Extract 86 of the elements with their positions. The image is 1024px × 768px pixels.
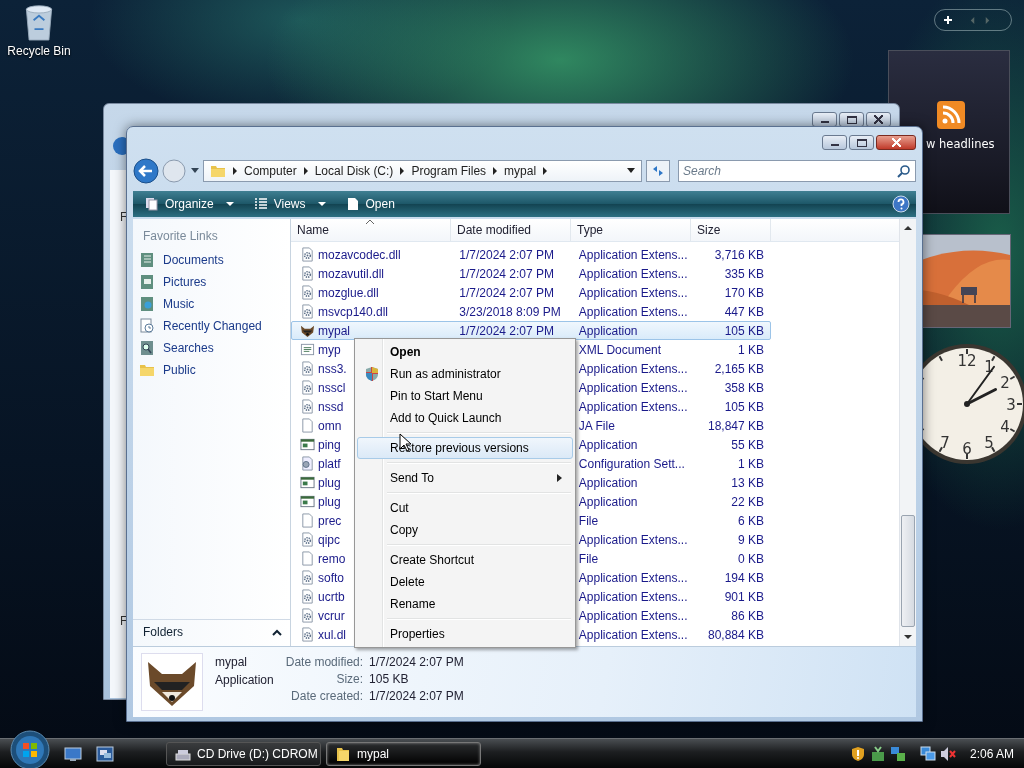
table-cell: 6 KB <box>738 513 764 528</box>
table-cell: 22 KB <box>731 494 764 509</box>
property-label: Date created: <box>290 689 364 703</box>
feed-headlines-text: w headlines <box>926 137 995 151</box>
table-cell: 105 KB <box>724 323 764 338</box>
table-cell: 1/7/2024 2:07 PM <box>459 247 555 262</box>
table-cell: 13 KB <box>731 475 764 490</box>
file-name: mypal <box>318 323 350 338</box>
file-name: remo <box>318 551 346 566</box>
file-name: platf <box>318 456 341 471</box>
table-cell: Application <box>578 475 638 490</box>
table-cell: File <box>578 513 599 528</box>
table-cell: 18,847 KB <box>707 418 764 433</box>
file-name: mozavutil.dll <box>318 266 385 281</box>
table-cell: 9 KB <box>738 532 764 547</box>
file-name: prec <box>318 513 342 528</box>
file-name: ucrtb <box>318 589 345 604</box>
clock-numeral: 6 <box>962 440 972 458</box>
file-name: xul.dl <box>318 627 346 642</box>
clock-numeral: 3 <box>1006 396 1016 414</box>
table-cell: 3/23/2018 8:09 PM <box>459 304 561 319</box>
table-cell: Application Extens... <box>578 589 688 604</box>
table-cell: Application <box>578 323 638 338</box>
table-cell: 1 KB <box>738 342 764 357</box>
table-cell: 1/7/2024 2:07 PM <box>459 323 555 338</box>
file-name: msvcp140.dll <box>318 304 389 319</box>
file-name: mozglue.dll <box>318 285 379 300</box>
table-cell: 1 KB <box>738 456 764 471</box>
table-cell: Application Extens... <box>578 361 688 376</box>
table-cell: Application Extens... <box>578 399 688 414</box>
table-cell: 901 KB <box>724 589 764 604</box>
table-cell: Application Extens... <box>578 608 688 623</box>
table-cell: 80,884 KB <box>707 627 764 642</box>
table-cell: Application Extens... <box>578 285 688 300</box>
file-name: vcrur <box>318 608 345 623</box>
file-name: myp <box>318 342 341 357</box>
clock-numeral: 4 <box>1000 418 1010 436</box>
clock-numeral: 2 <box>1000 374 1010 392</box>
property-value: 105 KB <box>369 672 410 686</box>
file-name: mypal <box>215 655 248 669</box>
file-name: ping <box>318 437 341 452</box>
table-cell: Application <box>578 437 638 452</box>
table-cell: JA File <box>578 418 615 433</box>
table-cell: Application Extens... <box>578 304 688 319</box>
file-type: Application <box>215 673 274 687</box>
table-cell: Application Extens... <box>578 627 688 642</box>
file-name: nss3. <box>318 361 347 376</box>
table-cell: 1/7/2024 2:07 PM <box>459 285 555 300</box>
file-name: plug <box>318 475 341 490</box>
property-label: Date modified: <box>285 655 364 669</box>
clock-numeral: 7 <box>940 434 950 453</box>
table-cell: Application Extens... <box>578 570 688 585</box>
table-cell: Configuration Sett... <box>578 456 685 471</box>
clock-numeral: 1 <box>984 357 994 376</box>
favorite-links-heading: Favorite Links <box>142 228 219 245</box>
file-name: plug <box>318 494 341 509</box>
table-cell: 447 KB <box>724 304 764 319</box>
file-name: mozavcodec.dll <box>318 247 401 262</box>
table-cell: Application Extens... <box>578 266 688 281</box>
table-cell: Application Extens... <box>578 247 688 262</box>
table-cell: 335 KB <box>724 266 764 281</box>
table-cell: 105 KB <box>724 399 764 414</box>
table-cell: 1/7/2024 2:07 PM <box>459 266 555 281</box>
property-value: 1/7/2024 2:07 PM <box>369 655 464 669</box>
table-cell: 55 KB <box>731 437 764 452</box>
table-cell: 170 KB <box>724 285 764 300</box>
table-cell: 2,165 KB <box>714 361 764 376</box>
file-name: omn <box>318 418 342 433</box>
clock-numeral: 5 <box>984 434 994 453</box>
file-name: softo <box>318 570 344 585</box>
table-cell: 86 KB <box>731 608 764 623</box>
table-cell: 194 KB <box>724 570 764 585</box>
table-cell: 3,716 KB <box>714 247 764 262</box>
property-label: Size: <box>335 672 364 686</box>
table-cell: File <box>578 551 599 566</box>
clock-numeral: 12 <box>957 352 977 370</box>
property-value: 1/7/2024 2:07 PM <box>369 689 464 703</box>
table-cell: Application Extens... <box>578 532 688 547</box>
file-name: qipc <box>318 532 340 547</box>
table-cell: XML Document <box>578 342 662 357</box>
table-cell: 358 KB <box>724 380 764 395</box>
table-cell: Application Extens... <box>578 380 688 395</box>
table-cell: 0 KB <box>738 551 764 566</box>
file-name: nssd <box>318 399 344 414</box>
table-cell: Application <box>578 494 638 509</box>
file-name: nsscl <box>318 380 346 395</box>
